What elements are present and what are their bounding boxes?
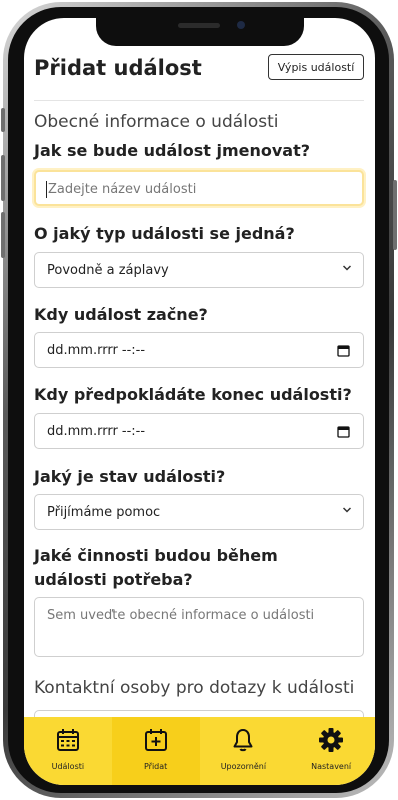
bell-icon	[233, 729, 253, 752]
calendar-icon[interactable]	[337, 344, 350, 357]
section-contacts-heading: Kontaktní osoby pro dotazy k události	[34, 678, 355, 698]
nav-item-nastaveni[interactable]: Nastavení	[287, 717, 375, 785]
event-status-value: Přijímáme pomoc	[47, 505, 161, 520]
event-type-select[interactable]: Povodně a záplavy	[34, 252, 364, 288]
gear-icon	[319, 728, 344, 752]
event-name-placeholder: Zadejte název události	[48, 182, 197, 197]
end-label: Kdy předpokládáte konec události?	[34, 385, 352, 404]
nav-item-pridat[interactable]: Přidat	[111, 717, 200, 785]
header: Přidat událost Výpis událostí	[34, 54, 364, 101]
side-button	[1, 212, 5, 258]
section-general-heading: Obecné informace o události	[34, 112, 279, 132]
screen: Přidat událost Výpis událostí Obecné inf…	[24, 18, 375, 785]
start-datetime-input[interactable]: dd.mm.rrrr --:--	[34, 332, 364, 368]
start-datetime-placeholder: dd.mm.rrrr --:--	[47, 343, 146, 358]
nav-label: Nastavení	[311, 762, 352, 771]
side-button	[1, 108, 5, 132]
speaker	[178, 23, 220, 28]
chevron-down-icon	[343, 265, 351, 271]
calendar-plus-icon	[144, 729, 167, 751]
status-label: Jaký je stav události?	[34, 467, 226, 486]
event-list-button[interactable]: Výpis událostí	[268, 54, 364, 80]
nav-label: Přidat	[143, 762, 168, 771]
chevron-down-icon	[343, 507, 351, 513]
notch	[96, 18, 304, 46]
name-label: Jak se bude událost jmenovat?	[34, 141, 311, 160]
side-button	[1, 155, 5, 201]
nav-item-upozorneni[interactable]: Upozornění	[200, 717, 288, 785]
activities-textarea[interactable]: Sem uveďte obecné informace o události	[34, 597, 364, 657]
calendar-icon[interactable]	[337, 425, 350, 438]
start-label: Kdy událost začne?	[34, 305, 208, 324]
end-datetime-placeholder: dd.mm.rrrr --:--	[47, 424, 146, 439]
page-title: Přidat událost	[34, 56, 202, 80]
activities-placeholder: Sem uveďte obecné informace o události	[47, 608, 315, 623]
end-datetime-input[interactable]: dd.mm.rrrr --:--	[34, 413, 364, 449]
event-status-select[interactable]: Přijímáme pomoc	[34, 494, 364, 530]
text-caret	[46, 181, 47, 198]
nav-label: Upozornění	[220, 762, 267, 771]
event-name-input[interactable]: Zadejte název události	[34, 170, 364, 206]
nav-label: Události	[51, 762, 85, 771]
activities-label: Jaké činnosti budou během události potře…	[34, 546, 278, 589]
bottom-navigation: Události Přidat Upozornění Nastavení	[24, 717, 375, 785]
nav-item-udalosti[interactable]: Události	[24, 717, 112, 785]
camera	[237, 21, 245, 29]
side-button	[393, 180, 397, 250]
event-type-value: Povodně a záplavy	[47, 263, 169, 278]
type-label: O jaký typ události se jedná?	[34, 224, 295, 243]
calendar-icon	[56, 729, 79, 751]
form-content: Přidat událost Výpis událostí Obecné inf…	[34, 54, 364, 746]
